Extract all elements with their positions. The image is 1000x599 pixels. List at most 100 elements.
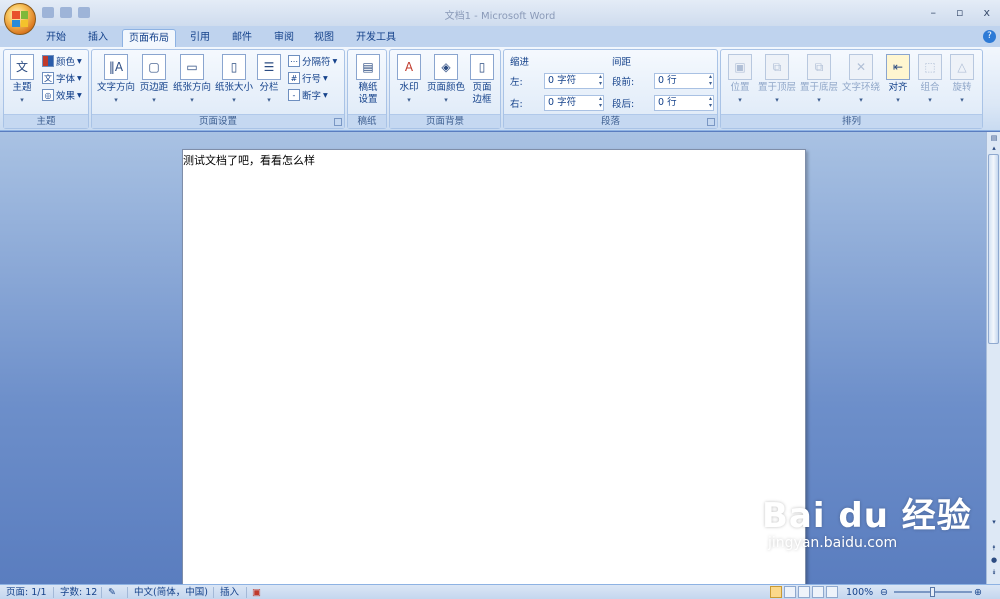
- document-page[interactable]: 测试文档了吧，看看怎么样: [182, 149, 806, 589]
- group-label-manuscript: 稿纸: [348, 114, 386, 128]
- group-label-arrange: 排列: [721, 114, 982, 128]
- tab-view[interactable]: 视图: [306, 29, 342, 47]
- rotate-button[interactable]: △ 旋转 ▾: [947, 54, 977, 106]
- align-icon: ⇤: [886, 54, 910, 80]
- scroll-up-icon[interactable]: ▴: [989, 144, 999, 152]
- page-color-button[interactable]: ◈ 页面颜色 ▾: [426, 54, 466, 106]
- page-count[interactable]: 页面: 1/1: [6, 586, 47, 599]
- indent-heading: 缩进: [510, 57, 530, 68]
- group-arrange: ▣ 位置 ▾ ⧉ 置于顶层 ▾ ⧉ 置于底层 ▾ ✕ 文字环绕 ▾ ⇤ 对齐 ▾ ⬚ 组合…: [720, 49, 983, 129]
- indent-right-field[interactable]: 右: 0 字符: [510, 94, 604, 111]
- size-button[interactable]: ▯ 纸张大小 ▾: [214, 54, 254, 106]
- theme-colors-button[interactable]: 颜色 ▾: [42, 54, 82, 68]
- group-label-page-background: 页面背景: [390, 114, 500, 128]
- proofing-icon[interactable]: ✎: [108, 586, 116, 599]
- columns-icon: ☰: [257, 54, 281, 80]
- manuscript-icon: ▤: [356, 54, 380, 80]
- breaks-button[interactable]: ⋯ 分隔符 ▾: [288, 54, 337, 68]
- zoom-out-icon[interactable]: ⊖: [880, 586, 888, 599]
- full-screen-reading-icon[interactable]: [784, 586, 796, 598]
- margins-icon: ▢: [142, 54, 166, 80]
- browse-object-icon[interactable]: ●: [989, 556, 999, 564]
- minimize-button[interactable]: –: [931, 6, 937, 19]
- page-setup-launcher-icon[interactable]: [334, 118, 342, 126]
- text-direction-icon: ‖A: [104, 54, 128, 80]
- send-to-back-button[interactable]: ⧉ 置于底层 ▾: [799, 54, 839, 106]
- orientation-button[interactable]: ▭ 纸张方向 ▾: [172, 54, 212, 106]
- previous-page-icon[interactable]: ⯭: [989, 544, 999, 553]
- orientation-icon: ▭: [180, 54, 204, 80]
- columns-button[interactable]: ☰ 分栏 ▾: [256, 54, 282, 106]
- tab-references[interactable]: 引用: [182, 29, 218, 47]
- scroll-down-icon[interactable]: ▾: [989, 518, 999, 526]
- ruler-toggle-icon[interactable]: ▤: [989, 134, 999, 142]
- tab-review[interactable]: 审阅: [266, 29, 302, 47]
- baidu-url: jingyan.baidu.com: [768, 535, 898, 551]
- spacing-before-field[interactable]: 段前: 0 行: [612, 72, 714, 89]
- baidu-logo: Bai du 经验: [762, 496, 972, 536]
- vertical-scrollbar[interactable]: ▤ ▴ ▾ ⯭ ● ⯯: [986, 132, 1000, 584]
- send-back-icon: ⧉: [807, 54, 831, 80]
- print-layout-view-icon[interactable]: [770, 586, 782, 598]
- fonts-icon: 文: [42, 72, 54, 84]
- effects-icon: ◎: [42, 89, 54, 101]
- bring-front-icon: ⧉: [765, 54, 789, 80]
- indent-left-field[interactable]: 左: 0 字符: [510, 72, 604, 89]
- zoom-in-icon[interactable]: ⊕: [974, 586, 982, 599]
- window-title: 文档1 - Microsoft Word: [444, 11, 556, 22]
- web-layout-icon[interactable]: [798, 586, 810, 598]
- group-button[interactable]: ⬚ 组合 ▾: [915, 54, 945, 106]
- themes-button[interactable]: 文 主题 ▾: [10, 54, 34, 106]
- text-direction-button[interactable]: ‖A 文字方向 ▾: [96, 54, 136, 106]
- group-paragraph: 缩进 间距 左:0 字符 右:0 字符 段前:0 行 段后:0 行 段落: [503, 49, 718, 129]
- text-wrapping-button[interactable]: ✕ 文字环绕 ▾: [841, 54, 881, 106]
- watermark-button[interactable]: A 水印 ▾: [394, 54, 424, 106]
- hyphenation-button[interactable]: - 断字 ▾: [288, 88, 328, 102]
- office-button[interactable]: [4, 3, 36, 35]
- colors-icon: [42, 55, 54, 67]
- close-button[interactable]: x: [983, 6, 990, 19]
- zoom-slider[interactable]: [894, 587, 972, 597]
- theme-fonts-button[interactable]: 文字体 ▾: [42, 71, 82, 85]
- zoom-slider-thumb[interactable]: [930, 587, 935, 597]
- dropdown-arrow-icon: ▾: [20, 96, 24, 104]
- rotate-icon: △: [950, 54, 974, 80]
- page-borders-button[interactable]: ▯ 页面 边框: [468, 54, 496, 106]
- line-numbers-icon: #: [288, 72, 300, 84]
- office-logo-icon: [12, 11, 28, 27]
- line-numbers-button[interactable]: # 行号 ▾: [288, 71, 328, 85]
- tab-developer[interactable]: 开发工具: [350, 29, 402, 47]
- next-page-icon[interactable]: ⯯: [989, 568, 999, 577]
- manuscript-setup-button[interactable]: ▤ 稿纸 设置: [354, 54, 382, 106]
- ribbon-tabs: 开始 插入 页面布局 引用 邮件 审阅 视图 开发工具: [0, 26, 1000, 47]
- language-indicator[interactable]: 中文(简体，中国): [134, 586, 208, 599]
- bring-to-front-button[interactable]: ⧉ 置于顶层 ▾: [757, 54, 797, 106]
- text-wrap-icon: ✕: [849, 54, 873, 80]
- word-count[interactable]: 字数: 12: [60, 586, 97, 599]
- group-icon: ⬚: [918, 54, 942, 80]
- paragraph-launcher-icon[interactable]: [707, 118, 715, 126]
- zoom-level[interactable]: 100%: [846, 586, 873, 599]
- spacing-after-field[interactable]: 段后: 0 行: [612, 94, 714, 111]
- draft-view-icon[interactable]: [826, 586, 838, 598]
- page-size-icon: ▯: [222, 54, 246, 80]
- scroll-thumb[interactable]: [988, 154, 999, 344]
- tab-mailings[interactable]: 邮件: [224, 29, 260, 47]
- help-icon[interactable]: ?: [983, 30, 996, 43]
- align-button[interactable]: ⇤ 对齐 ▾: [883, 54, 913, 106]
- tab-home[interactable]: 开始: [38, 29, 74, 47]
- position-button[interactable]: ▣ 位置 ▾: [725, 54, 755, 106]
- outline-view-icon[interactable]: [812, 586, 824, 598]
- margins-button[interactable]: ▢ 页边距 ▾: [138, 54, 170, 106]
- document-text[interactable]: 测试文档了吧，看看怎么样: [183, 152, 315, 168]
- macro-record-icon[interactable]: ▣: [252, 586, 261, 599]
- tab-insert[interactable]: 插入: [80, 29, 116, 47]
- theme-effects-button[interactable]: ◎ 效果 ▾: [42, 88, 82, 102]
- restore-button[interactable]: ▫: [956, 6, 963, 19]
- title-bar: 文档1 - Microsoft Word – ▫ x: [0, 0, 1000, 26]
- themes-icon: 文: [10, 54, 34, 80]
- insert-mode[interactable]: 插入: [220, 586, 239, 599]
- hyphenation-icon: -: [288, 89, 300, 101]
- tab-page-layout[interactable]: 页面布局: [122, 29, 176, 47]
- group-label-themes: 主题: [4, 114, 88, 128]
